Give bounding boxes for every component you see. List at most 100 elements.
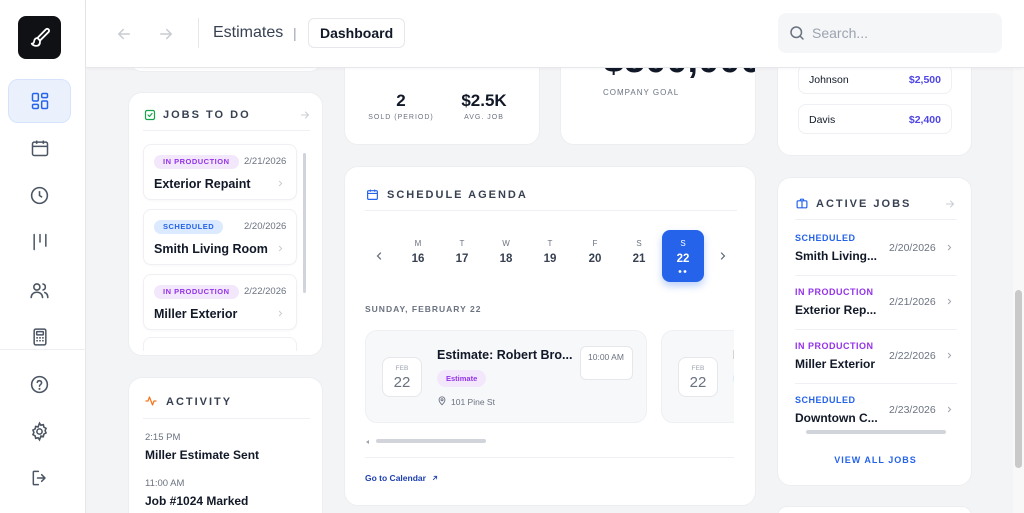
pipeline-columns-icon — [32, 233, 47, 251]
search-box[interactable] — [778, 13, 1002, 53]
back-button[interactable] — [112, 22, 136, 46]
sidebar-item-pipeline[interactable] — [8, 220, 71, 264]
day-letter: W — [502, 239, 510, 248]
day-number: 19 — [543, 253, 557, 265]
page-scrollbar[interactable] — [1013, 68, 1024, 513]
view-all-jobs-link[interactable]: VIEW ALL JOBS — [778, 455, 971, 465]
chevron-right-icon — [947, 298, 952, 305]
event-month: FEB — [395, 365, 409, 372]
sidebar-item-help[interactable] — [8, 362, 71, 406]
day-letter: T — [547, 239, 553, 248]
row-divider — [795, 383, 957, 384]
day-button[interactable]: T 19 — [530, 230, 570, 280]
list-scrollbar[interactable] — [303, 153, 306, 293]
sidebar-item-logout[interactable] — [8, 456, 71, 500]
dashboard-grid-icon — [31, 92, 48, 110]
chevron-left-icon[interactable] — [373, 250, 385, 262]
todo-item[interactable]: IN PRODUCTION 2/21/2026 Exterior Repaint — [143, 144, 297, 200]
day-button[interactable]: S 21 — [619, 230, 659, 280]
day-button[interactable]: M 16 — [398, 230, 438, 280]
todo-date: 2/21/2026 — [244, 156, 287, 167]
todo-item[interactable]: SCHEDULED 2/20/2026 Smith Living Room — [143, 209, 297, 265]
sidebar-item-calendar[interactable] — [8, 126, 71, 170]
seller-row[interactable]: Davis $2,400 — [798, 104, 952, 134]
avg-job-label: AVG. JOB — [464, 114, 504, 121]
day-number: 17 — [455, 253, 469, 265]
day-button[interactable]: T 17 — [442, 230, 482, 280]
arrow-right-icon[interactable] — [299, 109, 311, 121]
day-letter: F — [592, 239, 598, 248]
chevron-right-icon[interactable] — [717, 250, 729, 262]
job-name: Downtown C... — [795, 411, 878, 425]
sidebar-item-timesheets[interactable] — [8, 173, 71, 217]
calculator-icon — [32, 328, 47, 346]
jobs-to-do-title: JOBS TO DO — [163, 109, 251, 121]
event-month: FEB — [691, 365, 705, 372]
activity-time: 11:00 AM — [145, 478, 185, 489]
event-time: 10:00 AM — [580, 346, 633, 380]
sold-label: SOLD (PERIOD) — [368, 114, 434, 121]
todo-name: Miller Exterior — [154, 307, 238, 321]
paint-brush-icon — [30, 27, 50, 47]
activity-text: Job #1024 Marked — [145, 494, 249, 508]
seller-row[interactable]: Johnson $2,500 — [798, 64, 952, 94]
day-number: 22 — [676, 253, 690, 265]
sold-count: 2 — [396, 91, 406, 110]
search-input[interactable] — [812, 23, 992, 43]
chevron-right-icon — [947, 244, 952, 251]
calendar-icon — [367, 189, 378, 200]
todo-name: Smith Living Room — [154, 242, 268, 256]
sidebar-item-estimator[interactable] — [8, 315, 71, 359]
scroll-thumb[interactable] — [376, 439, 486, 443]
card-header-divider — [365, 210, 737, 211]
event-title: E — [733, 348, 734, 362]
users-icon — [30, 282, 49, 298]
sidebar-item-dashboard[interactable] — [8, 79, 71, 123]
chevron-right-icon — [947, 352, 952, 359]
sidebar-item-settings[interactable] — [8, 409, 71, 453]
day-letter: S — [636, 239, 642, 248]
scroll-left-arrow[interactable] — [366, 440, 369, 444]
todo-item[interactable]: IN PRODUCTION 2/22/2026 Miller Exterior — [143, 274, 297, 330]
forward-button[interactable] — [154, 22, 178, 46]
calendar-icon — [31, 140, 48, 157]
event-scrollbar[interactable] — [366, 439, 732, 444]
event-type-tag-partial — [733, 370, 734, 387]
job-status: SCHEDULED — [795, 395, 856, 405]
map-pin-icon — [438, 396, 446, 406]
briefcase-icon — [796, 198, 808, 209]
todo-name: Exterior Repaint — [154, 177, 251, 191]
active-jobs-card: ACTIVE JOBS SCHEDULED Smith Living... 2/… — [777, 177, 972, 486]
day-button-selected[interactable]: S 22 — [662, 230, 704, 282]
page-scroll-thumb[interactable] — [1015, 290, 1022, 468]
sidebar-divider — [0, 349, 86, 350]
sidebar-item-customers[interactable] — [8, 268, 71, 312]
row-divider — [795, 329, 957, 330]
event-card[interactable]: FEB 22 Estimate: Robert Bro... Estimate … — [365, 330, 647, 423]
app-logo[interactable] — [18, 16, 61, 59]
seller-amount: $2,400 — [908, 114, 941, 126]
logout-icon — [32, 470, 46, 486]
day-button[interactable]: F 20 — [575, 230, 615, 280]
event-day: 22 — [689, 374, 707, 391]
agenda-footer-divider — [365, 457, 734, 458]
job-date: 2/21/2026 — [889, 296, 936, 308]
jobs-scrollbar[interactable] — [806, 430, 946, 434]
go-to-calendar-link[interactable]: Go to Calendar — [365, 473, 439, 483]
event-card[interactable]: FEB 22 E — [661, 330, 734, 423]
day-letter: T — [459, 239, 465, 248]
arrow-right-icon[interactable] — [944, 198, 956, 210]
jobs-to-do-card: JOBS TO DO IN PRODUCTION 2/21/2026 Exter… — [128, 92, 323, 356]
go-to-calendar-label: Go to Calendar — [365, 473, 426, 483]
event-date-box: FEB 22 — [678, 357, 718, 397]
day-number: 20 — [588, 253, 602, 265]
search-icon — [790, 26, 804, 40]
header-divider — [198, 18, 199, 48]
status-badge: IN PRODUCTION — [154, 155, 239, 169]
breadcrumb-current-dashboard[interactable]: Dashboard — [308, 18, 406, 48]
day-number: 21 — [632, 253, 646, 265]
day-letter: M — [414, 239, 422, 248]
breadcrumb-estimates[interactable]: Estimates — [213, 24, 283, 42]
status-badge: SCHEDULED — [154, 220, 224, 234]
day-button[interactable]: W 18 — [486, 230, 526, 280]
